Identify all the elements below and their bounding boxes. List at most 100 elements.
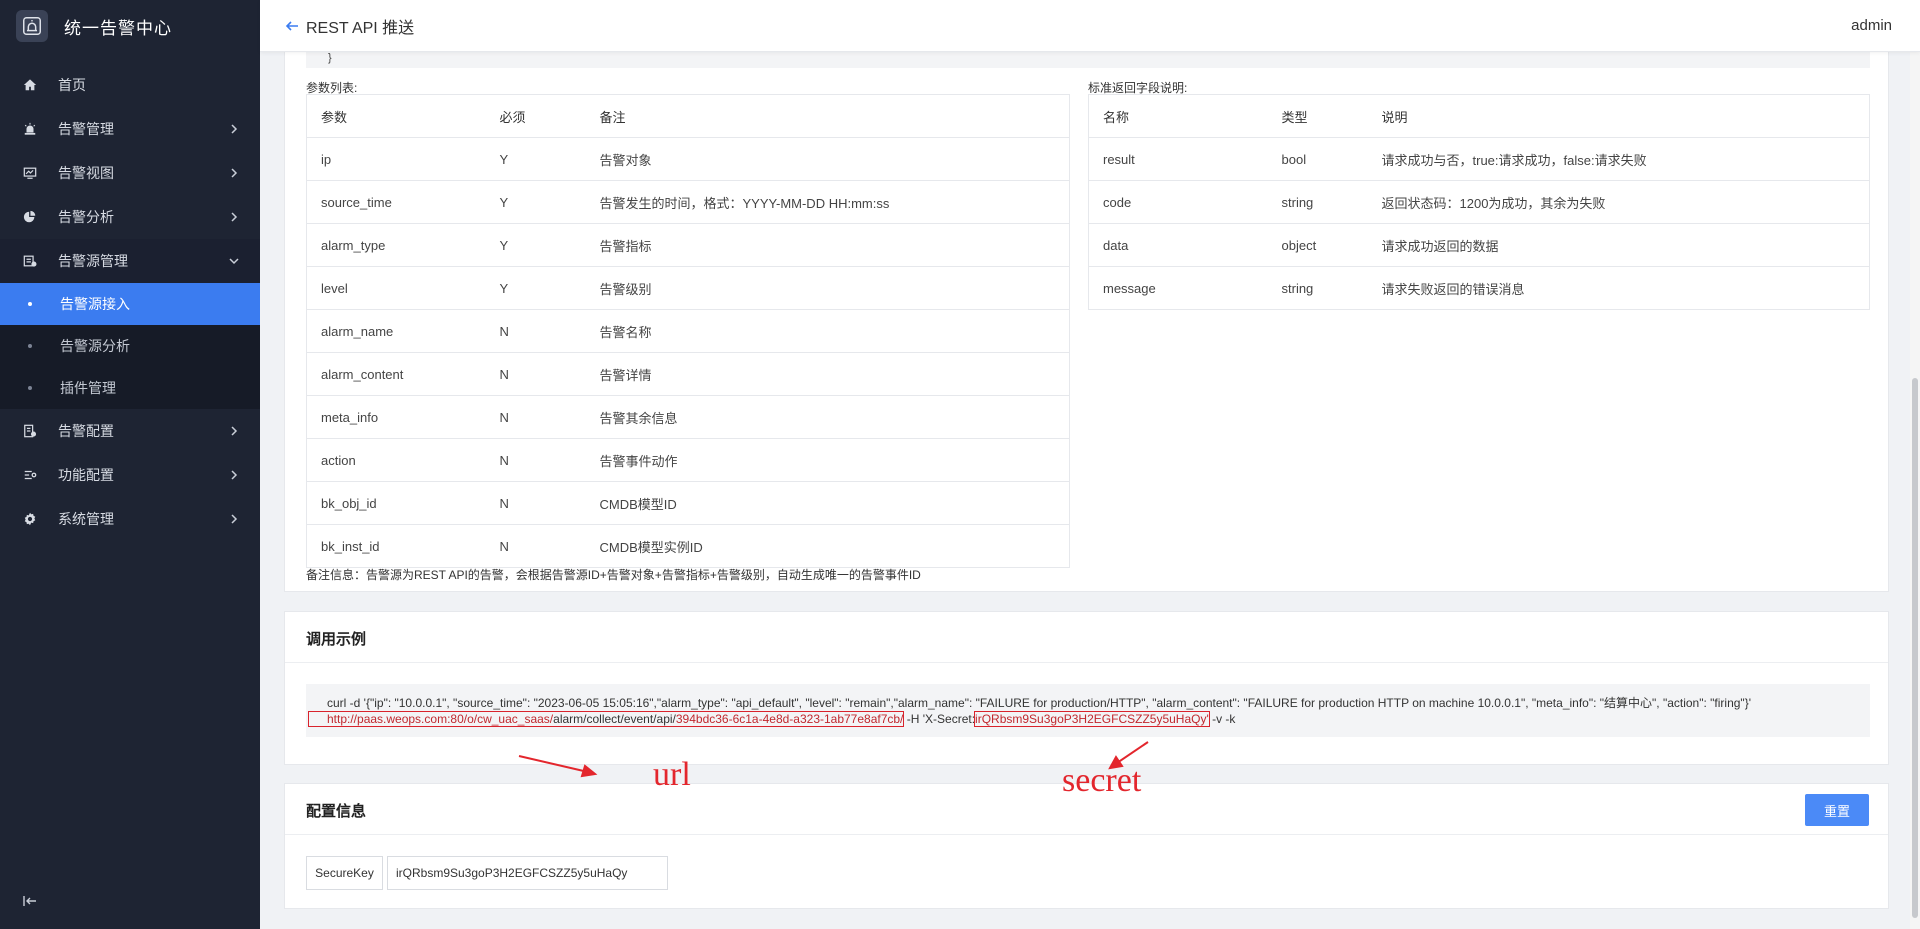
table-cell: N	[485, 438, 586, 482]
table-cell: bool	[1267, 137, 1368, 181]
sidebar-item-home[interactable]: 首页	[0, 63, 260, 107]
chevron-right-icon	[231, 168, 238, 178]
table-header-cell: 备注	[585, 94, 1070, 138]
chevron-right-icon	[231, 124, 238, 134]
sidebar-subitem-label: 告警源接入	[60, 296, 130, 312]
sidebar-item-system-management[interactable]: 系统管理	[0, 497, 260, 541]
table-row: meta_info N 告警其余信息	[306, 395, 1070, 439]
table-cell: object	[1267, 223, 1368, 267]
chevron-right-icon	[231, 212, 238, 222]
table-cell: alarm_content	[306, 352, 486, 396]
sidebar-subitem-label: 告警源分析	[60, 338, 130, 354]
table-cell: meta_info	[306, 395, 486, 439]
page-scrollbar[interactable]	[1910, 52, 1920, 929]
curl-tail: -v -k	[1208, 712, 1236, 726]
sidebar-item-alarm-config[interactable]: 告警配置	[0, 409, 260, 453]
table-header-cell: 说明	[1367, 94, 1870, 138]
securekey-label: SecureKey	[306, 856, 383, 890]
brand[interactable]: 统一告警中心	[0, 0, 260, 52]
sidebar-subitem-source-access[interactable]: 告警源接入	[0, 283, 260, 325]
sidebar-subitem-source-analysis[interactable]: 告警源分析	[0, 325, 260, 367]
table-header-cell: 名称	[1088, 94, 1268, 138]
table-cell: Y	[485, 223, 586, 267]
table-header-cell: 参数	[306, 94, 486, 138]
url-id: 394bdc36-6c1a-4e8d-a323-1ab77e8af7cb/	[675, 712, 904, 726]
chevron-right-icon	[231, 514, 238, 524]
table-cell: 返回状态码：1200为成功，其余为失败	[1367, 180, 1870, 224]
table-row: message string 请求失败返回的错误消息	[1088, 266, 1870, 310]
sidebar-item-alarm-analysis[interactable]: 告警分析	[0, 195, 260, 239]
submenu-alarm-source: 告警源接入 告警源分析 插件管理	[0, 283, 260, 409]
user-menu[interactable]: admin	[1851, 17, 1892, 34]
url-annotation: url	[653, 756, 691, 793]
table-cell: 告警名称	[585, 309, 1070, 353]
divider	[285, 834, 1888, 835]
table-cell: alarm_type	[306, 223, 486, 267]
alarm-bell-icon	[16, 10, 48, 42]
sidebar-item-label: 系统管理	[58, 511, 114, 527]
sidebar-item-alarm-management[interactable]: 告警管理	[0, 107, 260, 151]
chevron-down-icon	[229, 258, 239, 265]
table-cell: 告警详情	[585, 352, 1070, 396]
back-arrow-icon[interactable]	[284, 18, 300, 34]
curl-line-1: curl -d '{"ip": "10.0.0.1", "source_time…	[327, 696, 1751, 710]
table-row: code string 返回状态码：1200为成功，其余为失败	[1088, 180, 1870, 224]
table-cell: action	[306, 438, 486, 482]
table-cell: 告警级别	[585, 266, 1070, 310]
table-cell: bk_obj_id	[306, 481, 486, 525]
reset-button[interactable]: 重置	[1805, 794, 1869, 826]
table-row: data object 请求成功返回的数据	[1088, 223, 1870, 267]
securekey-input[interactable]	[387, 856, 668, 890]
curl-line-2: http://paas.weops.com:80/o/cw_uac_saas/a…	[307, 711, 1870, 727]
sidebar: 统一告警中心 首页 告警管理 告警视图 告警分析 告警源管理 告警源接入 告警源…	[0, 0, 260, 929]
sidebar-item-label: 告警配置	[58, 423, 114, 439]
curl-header-part: -H 'X-Secret:	[903, 712, 976, 726]
home-icon	[22, 77, 38, 93]
table-cell: data	[1088, 223, 1268, 267]
table-cell: source_time	[306, 180, 486, 224]
section-title-config: 配置信息	[306, 803, 367, 820]
scroll-thumb[interactable]	[1912, 378, 1918, 918]
table-header-row: 名称 类型 说明	[1088, 94, 1870, 138]
table-cell: N	[485, 395, 586, 439]
table-cell: 告警指标	[585, 223, 1070, 267]
bullet-dot-icon	[28, 344, 32, 348]
table-row: action N 告警事件动作	[306, 438, 1070, 482]
sidebar-item-label: 告警管理	[58, 121, 114, 137]
monitor-chart-icon	[22, 165, 38, 181]
table-row: level Y 告警级别	[306, 266, 1070, 310]
table-cell: string	[1267, 180, 1368, 224]
call-example-panel: 调用示例 curl -d '{"ip": "10.0.0.1", "source…	[284, 611, 1889, 765]
table-row: source_time Y 告警发生的时间，格式：YYYY-MM-DD HH:mm:…	[306, 180, 1070, 224]
table-cell: message	[1088, 266, 1268, 310]
table-cell: code	[1088, 180, 1268, 224]
note-text: 备注信息：告警源为REST API的告警，会根据告警源ID+告警对象+告警指标+…	[306, 568, 921, 582]
table-cell: 告警对象	[585, 137, 1070, 181]
table-cell: Y	[485, 137, 586, 181]
table-cell: level	[306, 266, 486, 310]
sidebar-item-function-config[interactable]: 功能配置	[0, 453, 260, 497]
table-cell: result	[1088, 137, 1268, 181]
sidebar-menu: 首页 告警管理 告警视图 告警分析 告警源管理 告警源接入 告警源分析 插件管理…	[0, 63, 260, 541]
table-cell: 告警发生的时间，格式：YYYY-MM-DD HH:mm:ss	[585, 180, 1070, 224]
secret-annotation: secret	[1062, 762, 1142, 799]
table-cell: string	[1267, 266, 1368, 310]
curl-example[interactable]: curl -d '{"ip": "10.0.0.1", "source_time…	[306, 684, 1870, 737]
section-title-example: 调用示例	[306, 631, 367, 648]
table-header-cell: 必须	[485, 94, 586, 138]
chevron-right-icon	[231, 470, 238, 480]
brand-title: 统一告警中心	[64, 18, 172, 38]
collapse-sidebar-icon[interactable]	[22, 893, 38, 909]
table-cell: 请求失败返回的错误消息	[1367, 266, 1870, 310]
sidebar-subitem-plugin-management[interactable]: 插件管理	[0, 367, 260, 409]
table-cell: N	[485, 524, 586, 568]
url-prefix: http://paas.weops.com:80/o/cw_uac_saas/	[327, 712, 554, 726]
sidebar-item-alarm-view[interactable]: 告警视图	[0, 151, 260, 195]
table-cell: N	[485, 352, 586, 396]
sidebar-item-alarm-source-management[interactable]: 告警源管理	[0, 239, 260, 283]
table-cell: CMDB模型实例ID	[585, 524, 1070, 568]
table-row: ip Y 告警对象	[306, 137, 1070, 181]
table-cell: Y	[485, 266, 586, 310]
sidebar-item-label: 首页	[58, 77, 86, 93]
table-row: alarm_type Y 告警指标	[306, 223, 1070, 267]
